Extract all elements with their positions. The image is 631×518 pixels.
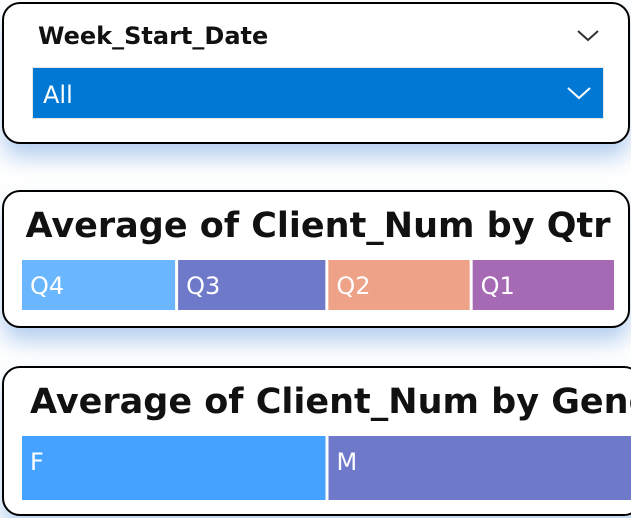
treemap-label-q4: Q4 — [30, 272, 64, 300]
slicer-title: Week_Start_Date — [38, 22, 269, 50]
gender-chart-card: Average of Client_Num by Gender FM — [2, 366, 631, 516]
slicer-dropdown[interactable]: All — [32, 67, 604, 119]
treemap-label-f: F — [30, 448, 44, 476]
report-canvas: Week_Start_Date All Average of Client_Nu… — [0, 0, 631, 518]
slicer-selected-value: All — [43, 81, 73, 109]
treemap-segment-m[interactable] — [328, 436, 631, 500]
week-start-date-slicer: Week_Start_Date All — [2, 2, 630, 144]
treemap-label-m: M — [337, 448, 358, 476]
chevron-down-icon — [567, 87, 591, 100]
treemap-label-q2: Q2 — [336, 272, 370, 300]
qtr-treemap: Q4 Q3 Q2 Q1 — [22, 260, 614, 310]
qtr-chart-card: Average of Client_Num by Qtr Q4 Q3 Q2 Q1 — [2, 190, 630, 328]
chevron-down-icon[interactable] — [574, 24, 602, 46]
treemap-segment-f[interactable] — [22, 436, 326, 500]
treemap-label-q3: Q3 — [186, 272, 220, 300]
gender-treemap: FM — [22, 436, 631, 500]
treemap-label-q1: Q1 — [481, 272, 515, 300]
